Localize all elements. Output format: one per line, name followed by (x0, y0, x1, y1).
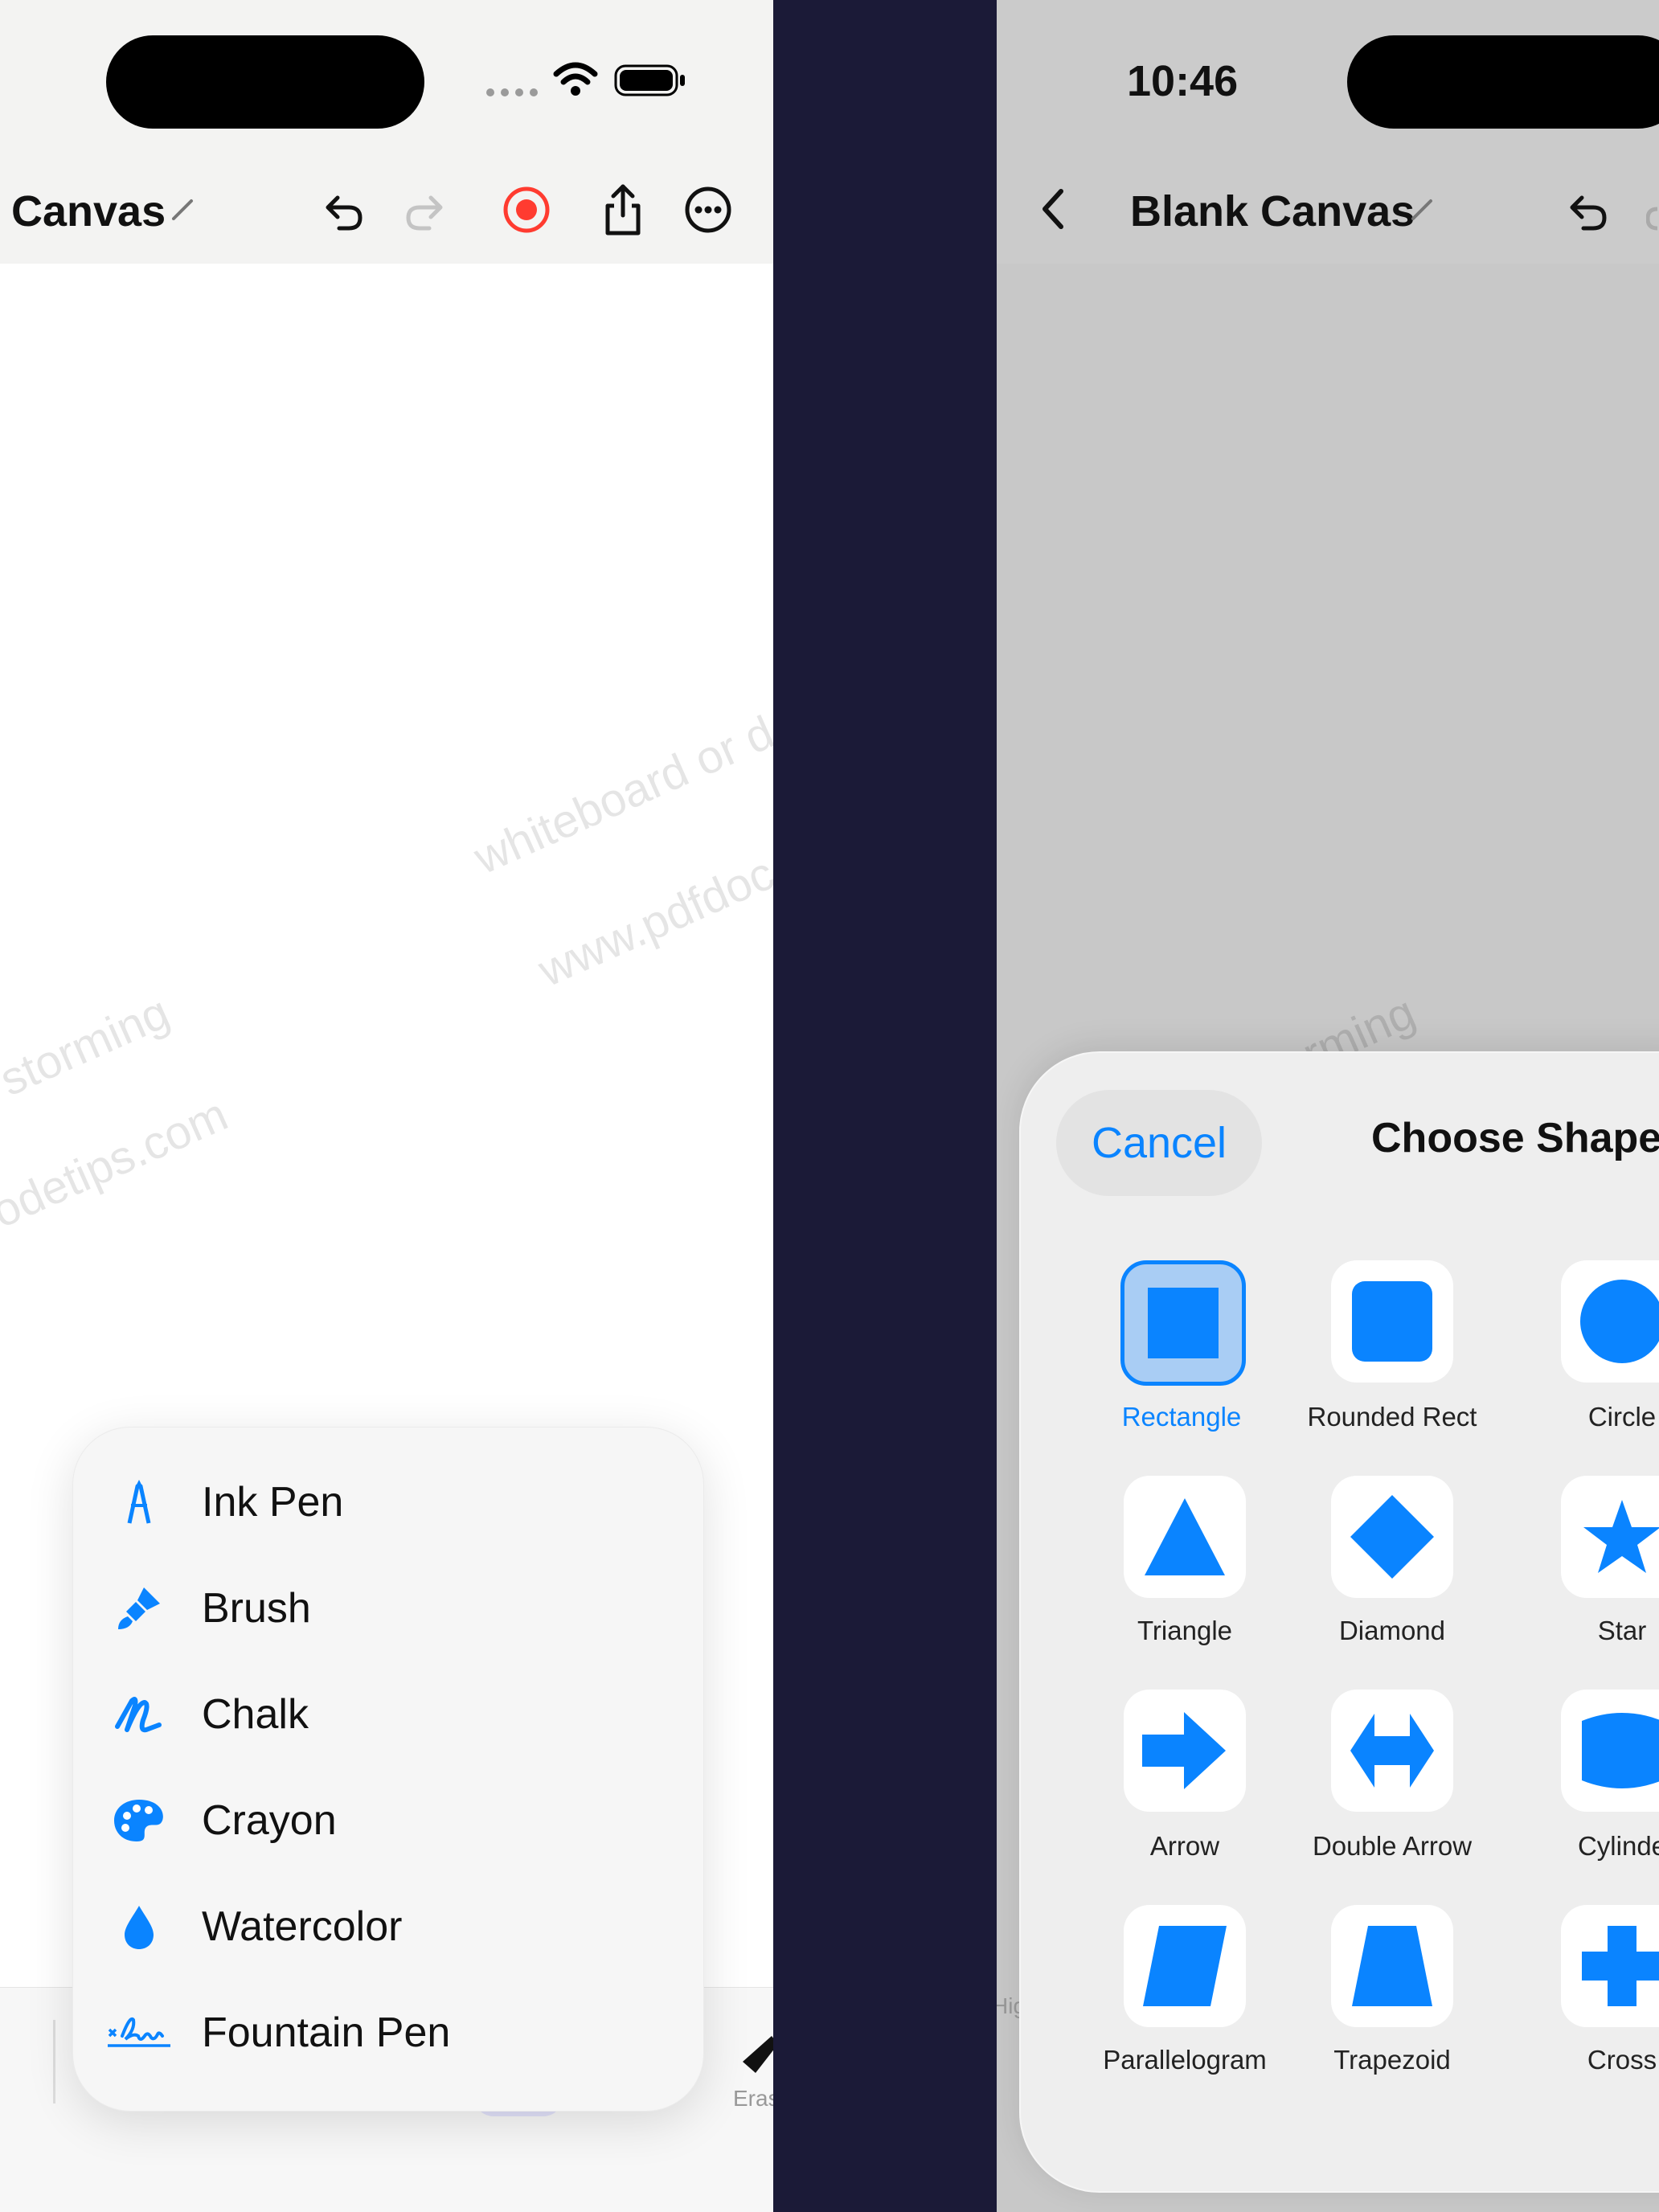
shape-tile-arrow[interactable] (1124, 1690, 1246, 1812)
rectangle-icon (1141, 1281, 1225, 1365)
shape-tile-circle[interactable] (1561, 1260, 1659, 1382)
arrow-icon (1142, 1710, 1227, 1791)
diamond-icon (1349, 1493, 1436, 1580)
shape-tile-star[interactable] (1561, 1476, 1659, 1598)
left-phone-screen: Canvas whiteboard or d www.pdfdoc stormi… (0, 0, 773, 2212)
watermark-text: odetips.com (0, 1088, 236, 1239)
rounded-rect-icon (1350, 1280, 1434, 1363)
shape-label: Diamond (1338, 1616, 1446, 1645)
canvas-title[interactable]: Canvas (11, 186, 166, 236)
dynamic-island (1347, 35, 1659, 129)
shape-tile-triangle[interactable] (1124, 1476, 1246, 1598)
cylinder-icon (1579, 1706, 1659, 1795)
menu-item-watercolor[interactable]: Watercolor (73, 1878, 703, 1975)
canvas-title[interactable]: Blank Canvas (1130, 186, 1415, 236)
shape-label: Star (1597, 1616, 1647, 1645)
shape-label: Trapezoid (1333, 2045, 1451, 2075)
shape-tile-rectangle[interactable] (1120, 1260, 1246, 1386)
shape-tile-cylinder[interactable] (1561, 1690, 1659, 1812)
menu-item-fountain-pen[interactable]: Fountain Pen (73, 1985, 703, 2081)
eraser-label: Eras (733, 2086, 773, 2111)
cross-icon (1580, 1924, 1659, 2008)
cellular-signal-icon (485, 87, 539, 98)
shape-label: Parallelogram (1103, 2045, 1267, 2075)
eraser-icon[interactable] (743, 2033, 773, 2081)
shape-label: Rounded Rect (1307, 1402, 1477, 1432)
menu-item-chalk[interactable]: Chalk (73, 1666, 703, 1763)
pen-type-menu: Ink Pen Brush Chalk Crayon Watercolor Fo… (72, 1427, 704, 2112)
redo-icon[interactable] (1646, 190, 1659, 235)
circle-icon (1579, 1278, 1659, 1365)
cancel-button[interactable]: Cancel (1056, 1090, 1262, 1196)
parallelogram-icon (1141, 1924, 1228, 2008)
status-time: 10:46 (1127, 57, 1239, 105)
shape-label: Circle (1587, 1402, 1657, 1432)
record-icon[interactable] (500, 183, 553, 236)
triangle-icon (1141, 1495, 1228, 1579)
rename-pencil-icon[interactable] (1408, 195, 1437, 223)
toolbar-divider (53, 2020, 55, 2103)
menu-item-ink-pen[interactable]: Ink Pen (73, 1454, 703, 1550)
shape-label: Triangle (1137, 1616, 1232, 1645)
dynamic-island (106, 35, 424, 129)
shape-tile-parallelogram[interactable] (1124, 1905, 1246, 2027)
shape-tile-cross[interactable] (1561, 1905, 1659, 2027)
choose-shape-sheet: Cancel Choose Shape Rectangle Rounded Re… (1019, 1051, 1659, 2193)
redo-icon[interactable] (402, 183, 453, 235)
watermark-text: whiteboard or d (466, 706, 773, 885)
shape-label: Rectangle (1121, 1402, 1242, 1432)
shape-label: Double Arrow (1312, 1831, 1473, 1861)
shape-tile-diamond[interactable] (1331, 1476, 1453, 1598)
back-chevron-icon[interactable] (1037, 186, 1069, 231)
shape-label: Arrow (1149, 1831, 1220, 1861)
shape-tile-rounded-rect[interactable] (1331, 1260, 1453, 1382)
double-arrow-icon (1350, 1710, 1434, 1791)
shape-label: Cylinde (1577, 1831, 1659, 1861)
watermark-text: storming (0, 985, 178, 1107)
shape-label: Cross (1587, 2045, 1657, 2075)
menu-item-crayon[interactable]: Crayon (73, 1772, 703, 1869)
undo-icon[interactable] (315, 183, 367, 235)
drop-icon (91, 1878, 187, 1975)
brush-icon (91, 1560, 187, 1657)
right-phone-screen: 10:46 Blank Canvas storming Hig Cancel C… (997, 0, 1659, 2212)
menu-item-brush[interactable]: Brush (73, 1560, 703, 1657)
chalk-icon (91, 1666, 187, 1763)
star-icon (1582, 1497, 1659, 1577)
signature-icon (91, 1985, 187, 2081)
palette-icon (91, 1772, 187, 1869)
more-options-icon[interactable] (682, 183, 735, 236)
share-icon[interactable] (598, 182, 648, 238)
ink-pen-icon (91, 1454, 187, 1550)
wifi-icon (553, 61, 598, 96)
sheet-title: Choose Shape (1371, 1115, 1659, 1161)
watermark-text: www.pdfdoc (530, 846, 773, 997)
rename-pencil-icon[interactable] (169, 195, 198, 223)
shape-tile-double-arrow[interactable] (1331, 1690, 1453, 1812)
battery-icon (614, 63, 686, 98)
trapezoid-icon (1349, 1924, 1436, 2008)
shape-tile-trapezoid[interactable] (1331, 1905, 1453, 2027)
undo-icon[interactable] (1559, 183, 1611, 235)
